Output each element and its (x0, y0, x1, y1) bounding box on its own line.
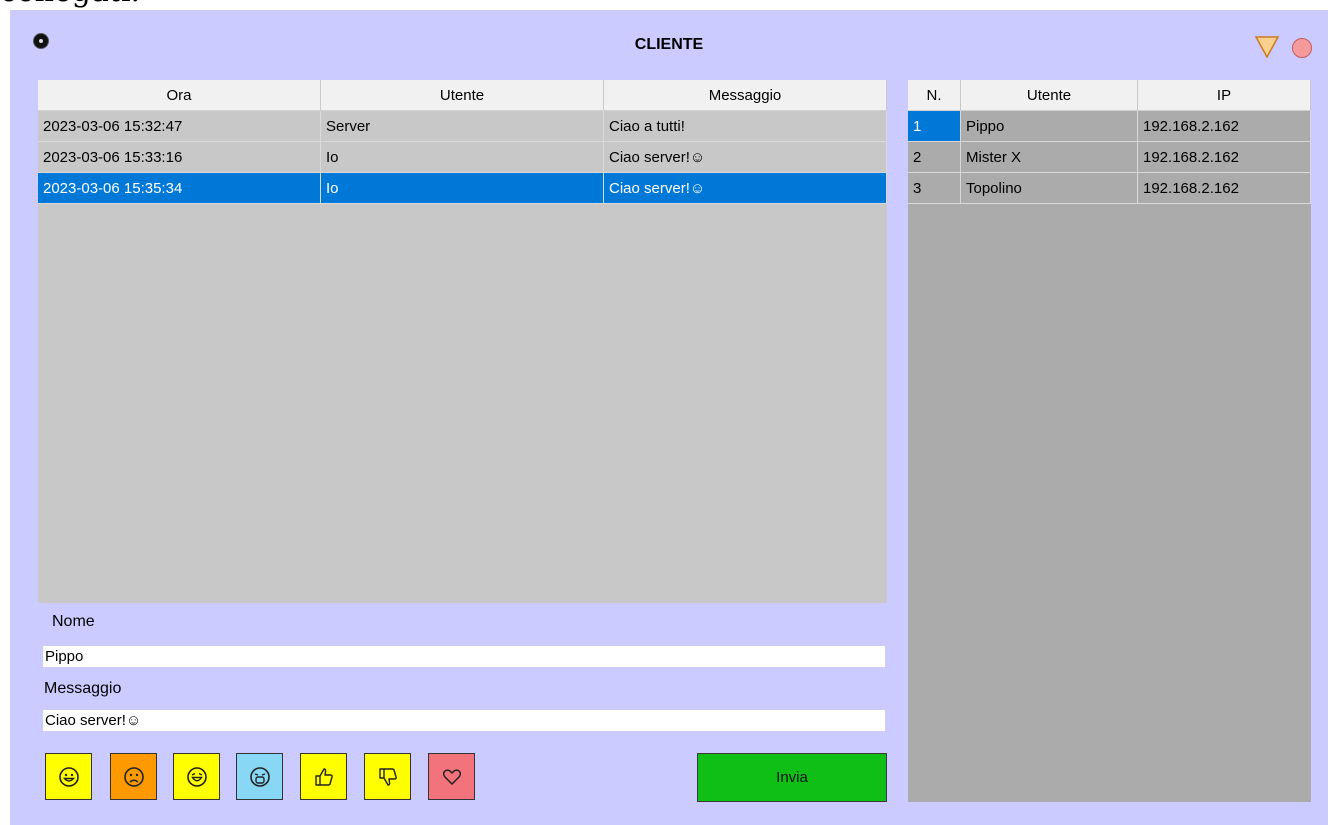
sad-button[interactable] (110, 753, 157, 800)
message-label: Messaggio (44, 680, 122, 697)
heart-icon (442, 768, 461, 785)
column-header-time[interactable]: Ora (38, 80, 321, 111)
cell-message: Ciao a tutti! (603, 110, 887, 142)
client-window: CLIENTE Ora Utente Messaggio 2023-03-06 … (10, 10, 1328, 825)
name-input[interactable] (43, 646, 885, 667)
users-table-header: N. Utente IP (908, 80, 1311, 111)
minimize-icon[interactable] (1255, 36, 1279, 58)
cry-icon (249, 766, 270, 787)
cell-message: Ciao server!☺ (603, 141, 887, 173)
column-header-user[interactable]: Utente (320, 80, 604, 111)
table-row[interactable]: 3 Topolino 192.168.2.162 (908, 172, 1311, 204)
cell-user: Pippo (960, 110, 1138, 142)
cell-message: Ciao server!☺ (603, 172, 887, 204)
cell-user: Topolino (960, 172, 1138, 204)
cell-user: Server (320, 110, 604, 142)
table-row[interactable]: 2023-03-06 15:33:16 Io Ciao server!☺ (38, 141, 887, 173)
message-input[interactable] (43, 710, 885, 731)
cell-time: 2023-03-06 15:33:16 (38, 141, 321, 173)
column-header-ip[interactable]: IP (1137, 80, 1311, 111)
cell-number: 3 (908, 172, 961, 204)
cell-user: Io (320, 141, 604, 173)
cell-ip: 192.168.2.162 (1137, 141, 1311, 173)
laugh-button[interactable] (173, 753, 220, 800)
thumbs-up-button[interactable] (300, 753, 347, 800)
users-table[interactable]: N. Utente IP 1 Pippo 192.168.2.162 2 Mis… (908, 80, 1311, 802)
send-button[interactable]: Invia (697, 753, 887, 802)
close-icon[interactable] (1292, 38, 1312, 58)
name-label: Nome (52, 613, 95, 630)
column-header-user[interactable]: Utente (960, 80, 1138, 111)
thumbs-down-icon (378, 767, 397, 786)
table-row[interactable]: 2 Mister X 192.168.2.162 (908, 141, 1311, 173)
smile-button[interactable] (45, 753, 92, 800)
cell-ip: 192.168.2.162 (1137, 110, 1311, 142)
column-header-number[interactable]: N. (908, 80, 961, 111)
column-header-message[interactable]: Messaggio (603, 80, 887, 111)
thumbs-down-button[interactable] (364, 753, 411, 800)
heart-button[interactable] (428, 753, 475, 800)
sad-icon (123, 766, 144, 787)
table-row-selected[interactable]: 2023-03-06 15:35:34 Io Ciao server!☺ (38, 172, 887, 204)
page-top-text: collegati. (0, 0, 400, 10)
table-row[interactable]: 2023-03-06 15:32:47 Server Ciao a tutti! (38, 110, 887, 142)
chat-table-header: Ora Utente Messaggio (38, 80, 887, 111)
cell-user: Io (320, 172, 604, 204)
thumbs-up-icon (314, 767, 333, 786)
cell-time: 2023-03-06 15:35:34 (38, 172, 321, 204)
cell-number: 2 (908, 141, 961, 173)
cell-time: 2023-03-06 15:32:47 (38, 110, 321, 142)
smile-icon (58, 766, 79, 787)
cell-user: Mister X (960, 141, 1138, 173)
laugh-icon (186, 766, 207, 787)
cell-ip: 192.168.2.162 (1137, 172, 1311, 204)
window-title: CLIENTE (634, 36, 704, 53)
chat-table[interactable]: Ora Utente Messaggio 2023-03-06 15:32:47… (38, 80, 887, 603)
table-row[interactable]: 1 Pippo 192.168.2.162 (908, 110, 1311, 142)
cell-number: 1 (908, 110, 961, 142)
cry-button[interactable] (236, 753, 283, 800)
